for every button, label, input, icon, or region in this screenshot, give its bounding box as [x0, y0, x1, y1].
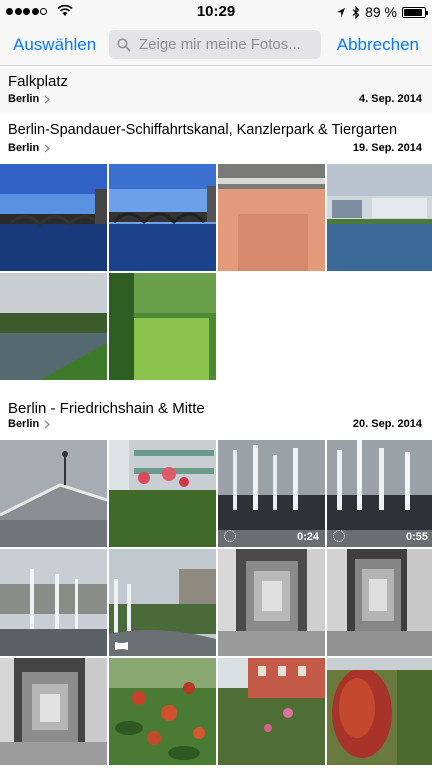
photo-archway-bw: [327, 549, 432, 656]
chevron-right-icon: [44, 419, 51, 429]
photo-garden-brick: [218, 658, 325, 765]
photo-chancellery: [327, 164, 432, 271]
photo-thumbnail[interactable]: [109, 658, 216, 765]
photo-thumbnail[interactable]: [0, 549, 107, 656]
panorama-icon: [115, 642, 128, 650]
search-placeholder: Zeige mir meine Fotos...: [139, 36, 301, 53]
photo-thumbnail[interactable]: [109, 273, 216, 380]
photo-kino-building: [0, 440, 107, 547]
moment-header-friedrichshain[interactable]: Berlin - Friedrichshain & Mitte Berlin 2…: [0, 392, 432, 438]
section-date: 4. Sep. 2014: [359, 93, 422, 105]
section-location-link: Berlin: [8, 93, 51, 105]
photo-thumbnail[interactable]: [327, 549, 432, 656]
photo-bridge-canal: [0, 164, 107, 271]
photo-rosehips: [109, 658, 216, 765]
section-date: 19. Sep. 2014: [352, 142, 422, 154]
photo-thumbnail[interactable]: [0, 273, 107, 380]
section-date: 20. Sep. 2014: [352, 418, 422, 430]
section-title: Falkplatz: [8, 73, 69, 90]
photo-river-trees: [0, 273, 107, 380]
bluetooth-icon: [352, 5, 360, 19]
video-thumbnail[interactable]: 0:24: [218, 440, 325, 547]
section-subtitle: Berlin: [8, 93, 40, 105]
nav-bar: Auswählen Zeige mir meine Fotos... Abbre…: [0, 24, 432, 66]
photo-thumbnail[interactable]: [327, 658, 432, 765]
photo-thumbnail[interactable]: [0, 658, 107, 765]
photo-thumbnail[interactable]: [109, 549, 216, 656]
battery-percent: 89 %: [365, 4, 397, 20]
select-button[interactable]: Auswählen: [13, 35, 96, 55]
video-duration: 0:55: [405, 531, 428, 543]
search-input[interactable]: Zeige mir meine Fotos...: [109, 30, 321, 59]
photo-thumbnail[interactable]: [0, 164, 107, 271]
section-location-link: Berlin: [8, 142, 51, 154]
battery-fill: [404, 8, 422, 16]
photo-thumbnail[interactable]: [218, 658, 325, 765]
location-arrow-icon: [337, 7, 346, 17]
photo-thumbnail[interactable]: [0, 440, 107, 547]
photo-green-pond: [109, 273, 216, 380]
photo-fountain-park: [109, 549, 216, 656]
chevron-right-icon: [44, 143, 51, 153]
section-title: Berlin - Friedrichshain & Mitte: [8, 400, 205, 417]
section-title: Berlin-Spandauer-Schiffahrtskanal, Kanzl…: [8, 122, 398, 138]
photo-thumbnail[interactable]: [327, 164, 432, 271]
photo-thumbnail[interactable]: [218, 164, 325, 271]
moment-header-spandauer[interactable]: Berlin-Spandauer-Schiffahrtskanal, Kanzl…: [0, 116, 432, 162]
search-icon: [117, 37, 131, 52]
photo-blurry-skin: [218, 164, 325, 271]
section-subtitle: Berlin: [8, 142, 40, 154]
photo-thumbnail[interactable]: [109, 164, 216, 271]
section-location-link: Berlin: [8, 418, 51, 430]
photo-red-ivy: [327, 658, 432, 765]
live-photo-icon: [333, 530, 345, 542]
status-bar: 10:29 89 %: [0, 0, 432, 24]
photo-bridge-canal: [109, 164, 216, 271]
status-right: 89 %: [336, 4, 428, 20]
photo-thumbnail[interactable]: [218, 549, 325, 656]
video-thumbnail[interactable]: 0:55: [327, 440, 432, 547]
chevron-right-icon: [44, 94, 51, 104]
photo-roses-building: [109, 440, 216, 547]
cancel-button[interactable]: Abbrechen: [337, 35, 419, 55]
battery-icon: [402, 6, 428, 18]
photo-fountain-square: [0, 549, 107, 656]
video-duration: 0:24: [296, 531, 319, 543]
live-photo-icon: [224, 530, 236, 542]
photo-archway-bw: [218, 549, 325, 656]
section-subtitle: Berlin: [8, 418, 40, 430]
photo-thumbnail[interactable]: [109, 440, 216, 547]
moment-header-falkplatz[interactable]: Falkplatz Berlin 4. Sep. 2014: [0, 67, 432, 113]
photo-archway-bw: [0, 658, 107, 765]
